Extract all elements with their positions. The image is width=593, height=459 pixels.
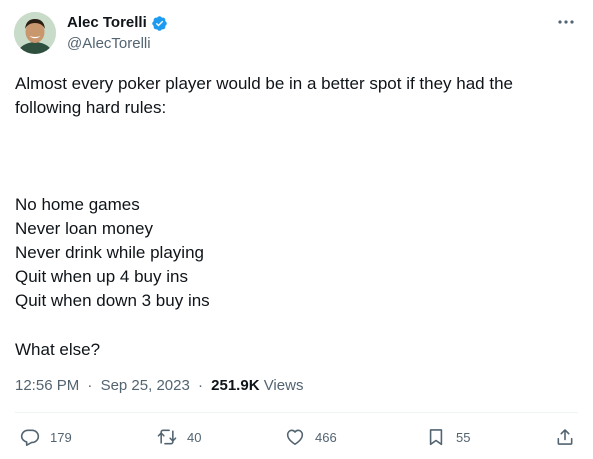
verified-badge-icon <box>151 15 168 32</box>
like-count: 466 <box>315 429 337 445</box>
avatar[interactable] <box>14 12 56 54</box>
tweet-outro: What else? <box>15 340 101 359</box>
rule-item: Never drink while playing <box>15 243 204 262</box>
share-icon <box>557 429 573 445</box>
rule-item: Quit when down 3 buy ins <box>15 291 210 310</box>
tweet-time[interactable]: 12:56 PM <box>15 377 79 394</box>
reply-count: 179 <box>50 429 72 445</box>
tweet-card: Alec Torelli @AlecTorelli Almost every p… <box>0 0 593 459</box>
bookmark-icon <box>429 429 443 446</box>
retweet-icon <box>157 429 177 445</box>
tweet-intro: Almost every poker player would be in a … <box>15 74 513 117</box>
bookmark-button[interactable]: 55 <box>426 423 470 451</box>
meta-separator: · <box>87 377 93 394</box>
share-button[interactable] <box>555 423 575 451</box>
reply-button[interactable]: 179 <box>20 423 72 451</box>
action-bar: 179 40 466 55 <box>0 423 593 451</box>
rule-item: No home games <box>15 195 140 214</box>
more-options-button[interactable] <box>553 12 579 32</box>
rule-item: Quit when up 4 buy ins <box>15 267 188 286</box>
author-header: Alec Torelli <box>67 14 168 32</box>
like-icon <box>286 429 304 445</box>
bookmark-count: 55 <box>456 429 471 445</box>
retweet-button[interactable]: 40 <box>157 423 201 451</box>
author-handle[interactable]: @AlecTorelli <box>67 35 151 53</box>
divider <box>15 412 578 413</box>
views-count[interactable]: 251.9K <box>211 377 259 394</box>
tweet-meta: 12:56 PM · Sep 25, 2023 · 251.9K Views <box>15 376 303 396</box>
rule-item: Never loan money <box>15 219 153 238</box>
reply-icon <box>20 429 40 446</box>
tweet-date[interactable]: Sep 25, 2023 <box>101 377 190 394</box>
tweet-rules-list: No home games Never loan money Never dri… <box>15 193 210 313</box>
more-icon <box>558 20 574 24</box>
views-label: Views <box>263 377 304 394</box>
like-button[interactable]: 466 <box>285 423 337 451</box>
author-name[interactable]: Alec Torelli <box>67 14 147 32</box>
retweet-count: 40 <box>187 429 202 445</box>
meta-separator: · <box>197 377 203 394</box>
avatar-image <box>14 12 56 54</box>
